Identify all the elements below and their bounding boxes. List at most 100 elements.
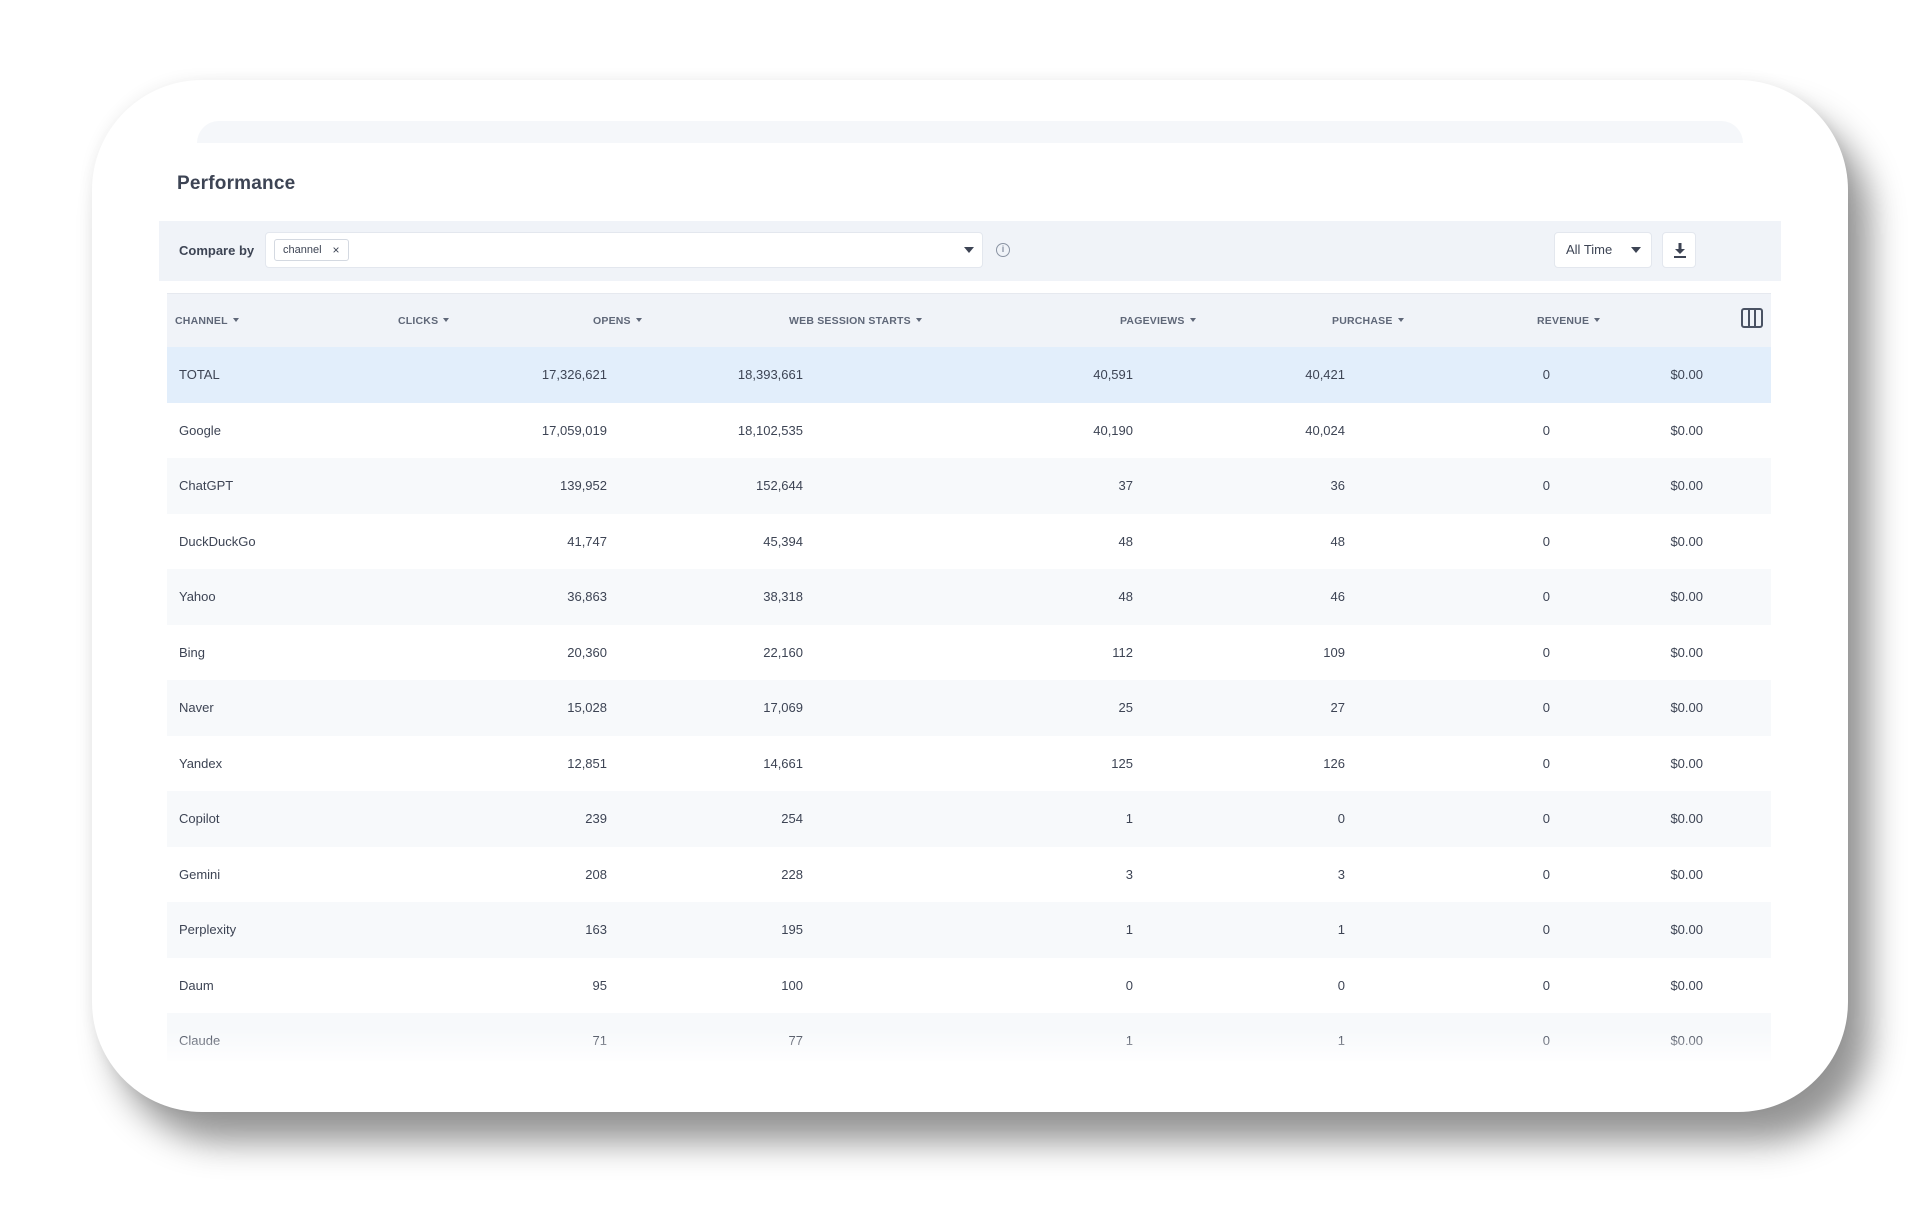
cell-revenue: $0.00 — [1670, 533, 1703, 549]
cell-pageviews: 46 — [1330, 589, 1345, 604]
table-row[interactable]: Bing 20,360 22,160 112 109 0 $0.00 — [167, 625, 1771, 681]
cell-purchase: 0 — [1542, 700, 1550, 715]
cell-purchase: 0 — [1542, 367, 1550, 382]
column-header-label: CHANNEL — [175, 315, 228, 327]
cell-revenue: $0.00 — [1670, 644, 1703, 660]
cell-revenue: $0.00 — [1670, 866, 1703, 882]
table-row[interactable]: Naver 15,028 17,069 25 27 0 $0.00 — [167, 680, 1771, 736]
cell-opens: 195 — [781, 922, 803, 937]
compare-by-select[interactable]: channel × — [265, 232, 983, 268]
download-button[interactable] — [1662, 232, 1696, 268]
chevron-down-icon — [1631, 247, 1641, 253]
column-header[interactable]: REVENUE — [1537, 315, 1601, 327]
compare-toolbar: Compare by channel × i All Time — [159, 221, 1781, 281]
cell-web-session-starts: 40,190 — [1093, 422, 1133, 438]
cell-clicks: 17,059,019 — [541, 422, 607, 438]
cell-clicks: 17,326,621 — [541, 367, 607, 382]
column-header[interactable]: WEB SESSION STARTS — [789, 315, 922, 327]
cell-pageviews: 40,421 — [1305, 367, 1345, 382]
cell-web-session-starts: 0 — [1125, 977, 1133, 993]
cell-opens: 152,644 — [756, 478, 803, 493]
cell-web-session-starts: 48 — [1118, 533, 1133, 549]
cell-revenue: $0.00 — [1670, 977, 1703, 993]
column-header[interactable]: PURCHASE — [1332, 315, 1404, 327]
compare-chip-label: channel — [283, 244, 322, 256]
compare-by-label: Compare by — [179, 243, 255, 258]
cell-opens: 228 — [781, 866, 803, 882]
cell-opens: 18,102,535 — [737, 422, 803, 438]
column-header[interactable]: CHANNEL — [175, 315, 239, 327]
table-row[interactable]: Perplexity 163 195 1 1 0 $0.00 — [167, 902, 1771, 958]
table-header: CHANNEL CLICKS OPENS WEB SESSION STARTS PAGE… — [167, 293, 1771, 347]
cell-web-session-starts: 1 — [1125, 922, 1133, 937]
cell-purchase: 0 — [1542, 755, 1550, 771]
table-row[interactable]: Copilot 239 254 1 0 0 $0.00 — [167, 791, 1771, 847]
cell-web-session-starts: 3 — [1125, 866, 1133, 882]
cell-purchase: 0 — [1542, 589, 1550, 604]
cell-purchase: 0 — [1542, 478, 1550, 493]
cell-pageviews: 27 — [1330, 700, 1345, 715]
table-total-row[interactable]: TOTAL 17,326,621 18,393,661 40,591 40,421 0 $0… — [167, 347, 1771, 403]
table-row[interactable]: DuckDuckGo 41,747 45,394 48 48 0 $0.00 — [167, 514, 1771, 570]
sort-caret-icon — [1189, 318, 1196, 322]
panel-top-strip — [197, 121, 1743, 143]
cell-channel: Perplexity — [179, 922, 237, 937]
cell-web-session-starts: 112 — [1112, 644, 1133, 660]
cell-channel: Yahoo — [179, 589, 216, 604]
cell-clicks: 15,028 — [567, 700, 607, 715]
cell-revenue: $0.00 — [1670, 478, 1703, 493]
column-header-label: CLICKS — [398, 315, 439, 327]
cell-revenue: $0.00 — [1670, 589, 1703, 604]
time-range-select[interactable]: All Time — [1554, 232, 1652, 268]
column-header-label: PURCHASE — [1332, 315, 1393, 327]
cell-channel: Gemini — [179, 866, 221, 882]
compare-chip-channel: channel × — [274, 239, 349, 261]
chip-remove-icon[interactable]: × — [333, 240, 340, 260]
chevron-down-icon[interactable] — [964, 247, 974, 253]
cell-purchase: 0 — [1542, 644, 1550, 660]
cell-opens: 38,318 — [763, 589, 803, 604]
performance-table: CHANNEL CLICKS OPENS WEB SESSION STARTS PAGE… — [167, 293, 1771, 1061]
cell-clicks: 208 — [585, 866, 607, 882]
cell-revenue: $0.00 — [1670, 367, 1703, 382]
column-header[interactable]: PAGEVIEWS — [1120, 315, 1196, 327]
cell-clicks: 20,360 — [567, 644, 607, 660]
table-row[interactable]: Google 17,059,019 18,102,535 40,190 40,024 0 $… — [167, 403, 1771, 459]
table-row[interactable]: Daum 95 100 0 0 0 $0.00 — [167, 958, 1771, 1014]
column-header[interactable]: OPENS — [593, 315, 642, 327]
cell-clicks: 163 — [585, 922, 607, 937]
column-header[interactable]: CLICKS — [398, 315, 450, 327]
cell-purchase: 0 — [1542, 977, 1550, 993]
cell-purchase: 0 — [1542, 422, 1550, 438]
cell-purchase: 0 — [1542, 866, 1550, 882]
cell-purchase: 0 — [1542, 533, 1550, 549]
sort-caret-icon — [915, 318, 922, 322]
cell-pageviews: 0 — [1337, 811, 1345, 826]
cell-opens: 254 — [781, 811, 803, 826]
cell-opens: 17,069 — [763, 700, 803, 715]
sort-caret-icon — [1594, 318, 1601, 322]
cell-opens: 18,393,661 — [737, 367, 803, 382]
cell-opens: 45,394 — [763, 533, 803, 549]
cell-channel: Yandex — [179, 755, 223, 771]
column-header-label: REVENUE — [1537, 315, 1590, 327]
table-row[interactable]: Yahoo 36,863 38,318 48 46 0 $0.00 — [167, 569, 1771, 625]
sort-caret-icon — [635, 318, 642, 322]
cell-revenue: $0.00 — [1670, 755, 1703, 771]
info-icon[interactable]: i — [996, 243, 1010, 257]
page-title: Performance — [177, 173, 296, 194]
cell-clicks: 95 — [592, 977, 607, 993]
cell-clicks: 41,747 — [567, 533, 607, 549]
cell-purchase: 0 — [1542, 922, 1550, 937]
cell-channel: Copilot — [179, 811, 220, 826]
table-row[interactable]: Yandex 12,851 14,661 125 126 0 $0.00 — [167, 736, 1771, 792]
cell-channel: Naver — [179, 700, 214, 715]
columns-icon[interactable] — [1741, 308, 1763, 328]
cell-web-session-starts: 40,591 — [1093, 367, 1133, 382]
table-row[interactable]: Gemini 208 228 3 3 0 $0.00 — [167, 847, 1771, 903]
cell-channel: ChatGPT — [179, 478, 234, 493]
table-row[interactable]: ChatGPT 139,952 152,644 37 36 0 $0.00 — [167, 458, 1771, 514]
cell-revenue: $0.00 — [1670, 700, 1703, 715]
cell-channel: DuckDuckGo — [179, 533, 256, 549]
cell-pageviews: 3 — [1337, 866, 1345, 882]
